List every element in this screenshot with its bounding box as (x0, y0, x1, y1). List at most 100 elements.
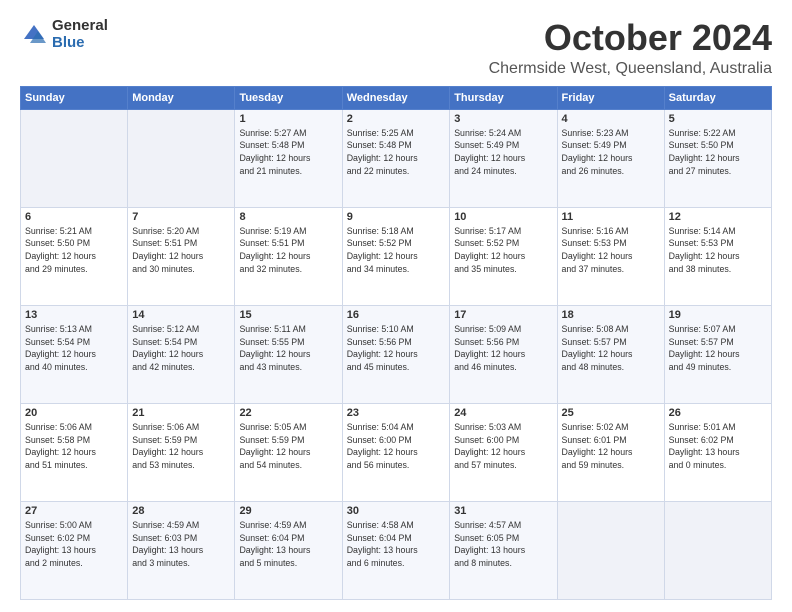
logo-general: General (52, 18, 108, 35)
calendar-cell: 20Sunrise: 5:06 AM Sunset: 5:58 PM Dayli… (21, 403, 128, 501)
logo-text: General Blue (52, 18, 108, 51)
calendar-cell: 27 Sunrise: 5:00 AM Sunset: 6:02 PM Dayli… (21, 501, 128, 599)
day-number: 31 (454, 505, 552, 517)
day-info: Sunrise: 5:13 AM Sunset: 5:54 PM Dayligh… (25, 323, 123, 374)
calendar-cell (664, 501, 771, 599)
day-info: Sunrise: 5:00 AM Sunset: 6:02 PM Dayligh… (25, 519, 123, 570)
calendar-cell: 15Sunrise: 5:11 AM Sunset: 5:55 PM Dayli… (235, 305, 342, 403)
day-info: Sunrise: 5:12 AM Sunset: 5:54 PM Dayligh… (132, 323, 230, 374)
column-header-wednesday: Wednesday (342, 86, 449, 109)
day-number: 15 (239, 309, 337, 321)
day-number: 8 (239, 211, 337, 223)
page: General Blue October 2024 Chermside West… (0, 0, 792, 612)
column-header-monday: Monday (128, 86, 235, 109)
day-info: Sunrise: 5:21 AM Sunset: 5:50 PM Dayligh… (25, 225, 123, 276)
title-block: October 2024 Chermside West, Queensland,… (489, 18, 772, 78)
calendar-cell: 21Sunrise: 5:06 AM Sunset: 5:59 PM Dayli… (128, 403, 235, 501)
day-info: Sunrise: 5:18 AM Sunset: 5:52 PM Dayligh… (347, 225, 445, 276)
logo-icon (20, 21, 48, 49)
day-number: 21 (132, 407, 230, 419)
day-info: Sunrise: 5:19 AM Sunset: 5:51 PM Dayligh… (239, 225, 337, 276)
day-info: Sunrise: 4:58 AM Sunset: 6:04 PM Dayligh… (347, 519, 445, 570)
day-number: 20 (25, 407, 123, 419)
header: General Blue October 2024 Chermside West… (20, 18, 772, 78)
day-number: 3 (454, 113, 552, 125)
day-number: 1 (239, 113, 337, 125)
week-row-5: 27 Sunrise: 5:00 AM Sunset: 6:02 PM Dayli… (21, 501, 772, 599)
column-header-tuesday: Tuesday (235, 86, 342, 109)
day-info: Sunrise: 5:10 AM Sunset: 5:56 PM Dayligh… (347, 323, 445, 374)
calendar-cell: 4 Sunrise: 5:23 AM Sunset: 5:49 PM Daylig… (557, 109, 664, 207)
calendar-body: 1 Sunrise: 5:27 AM Sunset: 5:48 PM Daylig… (21, 109, 772, 599)
calendar-cell (557, 501, 664, 599)
day-number: 9 (347, 211, 445, 223)
calendar-table: SundayMondayTuesdayWednesdayThursdayFrid… (20, 86, 772, 600)
calendar-cell: 28 Sunrise: 4:59 AM Sunset: 6:03 PM Dayli… (128, 501, 235, 599)
calendar-cell: 16Sunrise: 5:10 AM Sunset: 5:56 PM Dayli… (342, 305, 449, 403)
calendar-cell: 31 Sunrise: 4:57 AM Sunset: 6:05 PM Dayli… (450, 501, 557, 599)
day-number: 4 (562, 113, 660, 125)
calendar-cell: 17Sunrise: 5:09 AM Sunset: 5:56 PM Dayli… (450, 305, 557, 403)
day-number: 11 (562, 211, 660, 223)
day-info: Sunrise: 5:16 AM Sunset: 5:53 PM Dayligh… (562, 225, 660, 276)
calendar-cell: 11 Sunrise: 5:16 AM Sunset: 5:53 PM Dayli… (557, 207, 664, 305)
week-row-3: 13 Sunrise: 5:13 AM Sunset: 5:54 PM Dayli… (21, 305, 772, 403)
day-number: 12 (669, 211, 767, 223)
week-row-2: 6 Sunrise: 5:21 AM Sunset: 5:50 PM Daylig… (21, 207, 772, 305)
day-info: Sunrise: 4:57 AM Sunset: 6:05 PM Dayligh… (454, 519, 552, 570)
day-number: 26 (669, 407, 767, 419)
day-number: 22 (239, 407, 337, 419)
day-number: 18 (562, 309, 660, 321)
week-row-4: 20Sunrise: 5:06 AM Sunset: 5:58 PM Dayli… (21, 403, 772, 501)
calendar-cell: 18 Sunrise: 5:08 AM Sunset: 5:57 PM Dayli… (557, 305, 664, 403)
day-info: Sunrise: 5:04 AM Sunset: 6:00 PM Dayligh… (347, 421, 445, 472)
day-number: 2 (347, 113, 445, 125)
header-row: SundayMondayTuesdayWednesdayThursdayFrid… (21, 86, 772, 109)
day-number: 10 (454, 211, 552, 223)
calendar-cell: 14 Sunrise: 5:12 AM Sunset: 5:54 PM Dayli… (128, 305, 235, 403)
day-info: Sunrise: 5:02 AM Sunset: 6:01 PM Dayligh… (562, 421, 660, 472)
day-number: 25 (562, 407, 660, 419)
day-info: Sunrise: 4:59 AM Sunset: 6:04 PM Dayligh… (239, 519, 337, 570)
calendar-cell: 26 Sunrise: 5:01 AM Sunset: 6:02 PM Dayli… (664, 403, 771, 501)
calendar-cell: 1 Sunrise: 5:27 AM Sunset: 5:48 PM Daylig… (235, 109, 342, 207)
day-number: 27 (25, 505, 123, 517)
day-number: 7 (132, 211, 230, 223)
day-info: Sunrise: 5:25 AM Sunset: 5:48 PM Dayligh… (347, 127, 445, 178)
day-info: Sunrise: 5:27 AM Sunset: 5:48 PM Dayligh… (239, 127, 337, 178)
day-number: 30 (347, 505, 445, 517)
day-number: 14 (132, 309, 230, 321)
calendar-cell: 5Sunrise: 5:22 AM Sunset: 5:50 PM Daylig… (664, 109, 771, 207)
calendar-cell: 22 Sunrise: 5:05 AM Sunset: 5:59 PM Dayli… (235, 403, 342, 501)
logo-blue: Blue (52, 35, 108, 52)
day-info: Sunrise: 5:05 AM Sunset: 5:59 PM Dayligh… (239, 421, 337, 472)
calendar-cell: 3 Sunrise: 5:24 AM Sunset: 5:49 PM Daylig… (450, 109, 557, 207)
day-number: 6 (25, 211, 123, 223)
calendar-cell (128, 109, 235, 207)
subtitle: Chermside West, Queensland, Australia (489, 60, 772, 78)
week-row-1: 1 Sunrise: 5:27 AM Sunset: 5:48 PM Daylig… (21, 109, 772, 207)
calendar-cell: 9 Sunrise: 5:18 AM Sunset: 5:52 PM Daylig… (342, 207, 449, 305)
day-info: Sunrise: 5:17 AM Sunset: 5:52 PM Dayligh… (454, 225, 552, 276)
calendar-cell: 25 Sunrise: 5:02 AM Sunset: 6:01 PM Dayli… (557, 403, 664, 501)
logo: General Blue (20, 18, 108, 51)
calendar-cell: 19Sunrise: 5:07 AM Sunset: 5:57 PM Dayli… (664, 305, 771, 403)
day-number: 24 (454, 407, 552, 419)
day-info: Sunrise: 5:14 AM Sunset: 5:53 PM Dayligh… (669, 225, 767, 276)
calendar-cell: 10 Sunrise: 5:17 AM Sunset: 5:52 PM Dayli… (450, 207, 557, 305)
day-info: Sunrise: 5:08 AM Sunset: 5:57 PM Dayligh… (562, 323, 660, 374)
calendar-header: SundayMondayTuesdayWednesdayThursdayFrid… (21, 86, 772, 109)
main-title: October 2024 (489, 18, 772, 58)
day-number: 28 (132, 505, 230, 517)
day-info: Sunrise: 4:59 AM Sunset: 6:03 PM Dayligh… (132, 519, 230, 570)
day-number: 5 (669, 113, 767, 125)
calendar-cell: 12 Sunrise: 5:14 AM Sunset: 5:53 PM Dayli… (664, 207, 771, 305)
day-info: Sunrise: 5:07 AM Sunset: 5:57 PM Dayligh… (669, 323, 767, 374)
day-number: 17 (454, 309, 552, 321)
day-info: Sunrise: 5:23 AM Sunset: 5:49 PM Dayligh… (562, 127, 660, 178)
day-number: 13 (25, 309, 123, 321)
calendar-cell: 24Sunrise: 5:03 AM Sunset: 6:00 PM Dayli… (450, 403, 557, 501)
day-info: Sunrise: 5:01 AM Sunset: 6:02 PM Dayligh… (669, 421, 767, 472)
calendar-cell: 23Sunrise: 5:04 AM Sunset: 6:00 PM Dayli… (342, 403, 449, 501)
day-info: Sunrise: 5:24 AM Sunset: 5:49 PM Dayligh… (454, 127, 552, 178)
